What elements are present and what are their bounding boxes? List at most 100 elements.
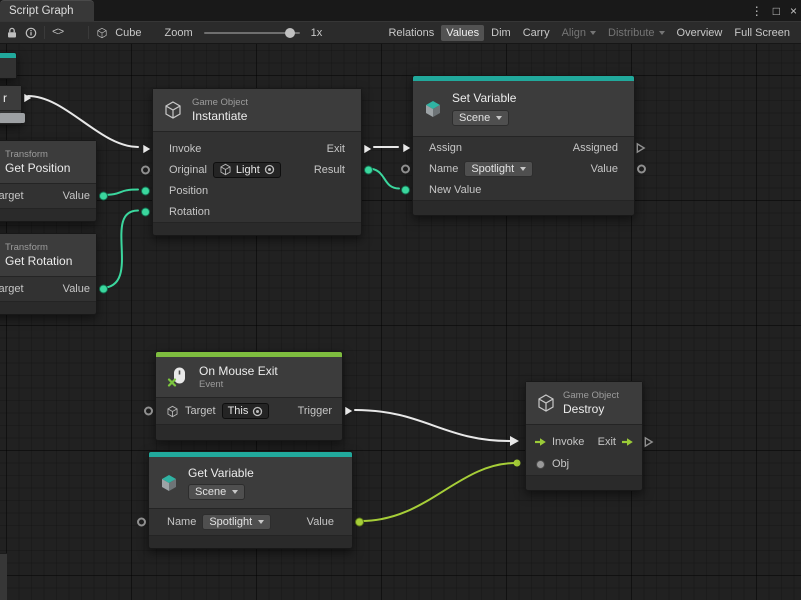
node-title: r [3, 91, 7, 106]
variable-name-value: Spotlight [209, 516, 252, 528]
port-position-in[interactable] [141, 186, 150, 195]
port-obj-in[interactable] [536, 460, 545, 469]
variable-icon [159, 473, 179, 493]
flow-arrow-icon[interactable] [621, 437, 634, 447]
port-label-position: Position [169, 185, 208, 197]
dim-button[interactable]: Dim [486, 25, 516, 41]
port-label-target: Target [185, 405, 216, 417]
node-get-position[interactable]: Transform Get Position Target Value [0, 140, 97, 222]
node-get-rotation[interactable]: Transform Get Rotation Target Value [0, 233, 97, 315]
wire-trigger-to-invoke[interactable] [355, 410, 510, 441]
port-flow-out[interactable] [22, 92, 33, 104]
docked-panel-edge [0, 553, 7, 600]
port-original-in[interactable] [141, 165, 150, 174]
port-value-out[interactable] [637, 164, 646, 173]
port-value-out[interactable] [355, 518, 364, 527]
target-field[interactable]: This [222, 403, 270, 419]
relations-button[interactable]: Relations [383, 25, 439, 41]
inline-field-fragment[interactable] [0, 113, 25, 123]
object-picker-icon[interactable] [264, 164, 275, 175]
port-rotation-in[interactable] [141, 207, 150, 216]
node-fragment-top[interactable] [0, 52, 17, 79]
toolbar-separator [44, 26, 45, 39]
port-label-result: Result [314, 164, 345, 176]
variable-name-dropdown[interactable]: Spotlight [202, 514, 271, 530]
cube-icon [219, 163, 232, 176]
graph-toolbar: <> Cube Zoom 1x Relations Values Dim Car… [0, 21, 801, 44]
kebab-menu-icon[interactable]: ⋮ [751, 5, 763, 17]
maximize-icon[interactable]: □ [773, 5, 780, 17]
close-icon[interactable]: × [790, 5, 797, 17]
port-exit-out[interactable] [643, 436, 654, 448]
distribute-button[interactable]: Distribute [603, 25, 669, 41]
align-button[interactable]: Align [557, 25, 601, 41]
port-assign-in[interactable] [401, 142, 412, 154]
variable-name-value: Spotlight [471, 163, 514, 175]
node-title: Destroy [563, 402, 619, 417]
port-name-in[interactable] [137, 518, 146, 527]
port-label-value: Value [591, 163, 618, 175]
port-label-exit: Exit [598, 436, 616, 448]
port-assigned-out[interactable] [635, 142, 646, 154]
node-on-mouse-exit[interactable]: On Mouse Exit Event Target This Trigger [155, 351, 343, 441]
node-category: Transform [5, 242, 72, 254]
info-icon[interactable] [25, 27, 37, 39]
graph-canvas[interactable]: r Transform Get Position Target Value [0, 44, 801, 600]
variable-name-dropdown[interactable]: Spotlight [464, 161, 533, 177]
node-instantiate[interactable]: Game Object Instantiate Invoke Exit Orig… [152, 88, 362, 236]
variable-scope-dropdown[interactable]: Scene [188, 484, 245, 500]
wire-layer [0, 44, 801, 600]
object-picker-icon[interactable] [252, 406, 263, 417]
graph-object-name: Cube [115, 27, 141, 39]
scope-label: Scene [459, 112, 490, 124]
fullscreen-button[interactable]: Full Screen [729, 25, 795, 41]
cube-icon [536, 393, 556, 413]
zoom-slider[interactable] [204, 32, 300, 34]
wire-endpoint-dot [514, 460, 521, 467]
wire-arrowhead [510, 436, 519, 446]
cube-icon [166, 405, 179, 418]
port-label-value: Value [63, 283, 90, 295]
port-label-new-value: New Value [429, 184, 481, 196]
window-controls: ⋮ □ × [751, 0, 797, 21]
port-name-in[interactable] [401, 164, 410, 173]
port-value-out[interactable] [99, 285, 108, 294]
dropdown-arrow-icon [590, 31, 596, 35]
wire-getrotation-to-rotation[interactable] [101, 211, 138, 289]
port-target-in[interactable] [144, 407, 153, 416]
object-field-value: Light [236, 164, 260, 176]
node-title: Get Rotation [5, 254, 72, 269]
node-category: Game Object [192, 97, 248, 109]
zoom-slider-knob[interactable] [285, 28, 295, 38]
node-subtitle: Event [199, 379, 278, 391]
node-fragment-left[interactable]: r [0, 85, 22, 125]
lock-icon[interactable] [6, 27, 18, 39]
port-value-out[interactable] [99, 192, 108, 201]
port-new-value-in[interactable] [401, 185, 410, 194]
node-set-variable[interactable]: Set Variable Scene Assign Assigned Name … [412, 75, 635, 216]
tab-script-graph[interactable]: Script Graph [0, 0, 94, 21]
node-destroy[interactable]: Game Object Destroy Invoke Exit Obj [525, 381, 643, 491]
wire-value-to-obj[interactable] [361, 463, 516, 521]
port-invoke-in[interactable] [141, 143, 152, 155]
port-exit-out[interactable] [362, 143, 373, 155]
dropdown-arrow-icon [520, 167, 526, 171]
scope-label: Scene [195, 486, 226, 498]
node-get-variable[interactable]: Get Variable Scene Name Spotlight Value [148, 451, 353, 549]
object-field-original[interactable]: Light [213, 162, 281, 178]
carry-button[interactable]: Carry [518, 25, 555, 41]
variable-scope-dropdown[interactable]: Scene [452, 110, 509, 126]
port-result-out[interactable] [364, 165, 373, 174]
values-button[interactable]: Values [441, 25, 484, 41]
code-icon[interactable]: <> [52, 27, 63, 39]
zoom-label: Zoom [165, 27, 193, 39]
flow-arrow-icon[interactable] [534, 437, 547, 447]
port-label-value: Value [307, 516, 334, 528]
toolbar-toggles: Relations Values Dim Carry Align Distrib… [383, 25, 795, 41]
overview-button[interactable]: Overview [672, 25, 728, 41]
dropdown-arrow-icon [232, 490, 238, 494]
port-trigger-out[interactable] [343, 405, 354, 417]
port-label-original: Original [169, 164, 207, 176]
port-label-obj: Obj [552, 458, 569, 470]
zoom-value: 1x [311, 27, 323, 39]
